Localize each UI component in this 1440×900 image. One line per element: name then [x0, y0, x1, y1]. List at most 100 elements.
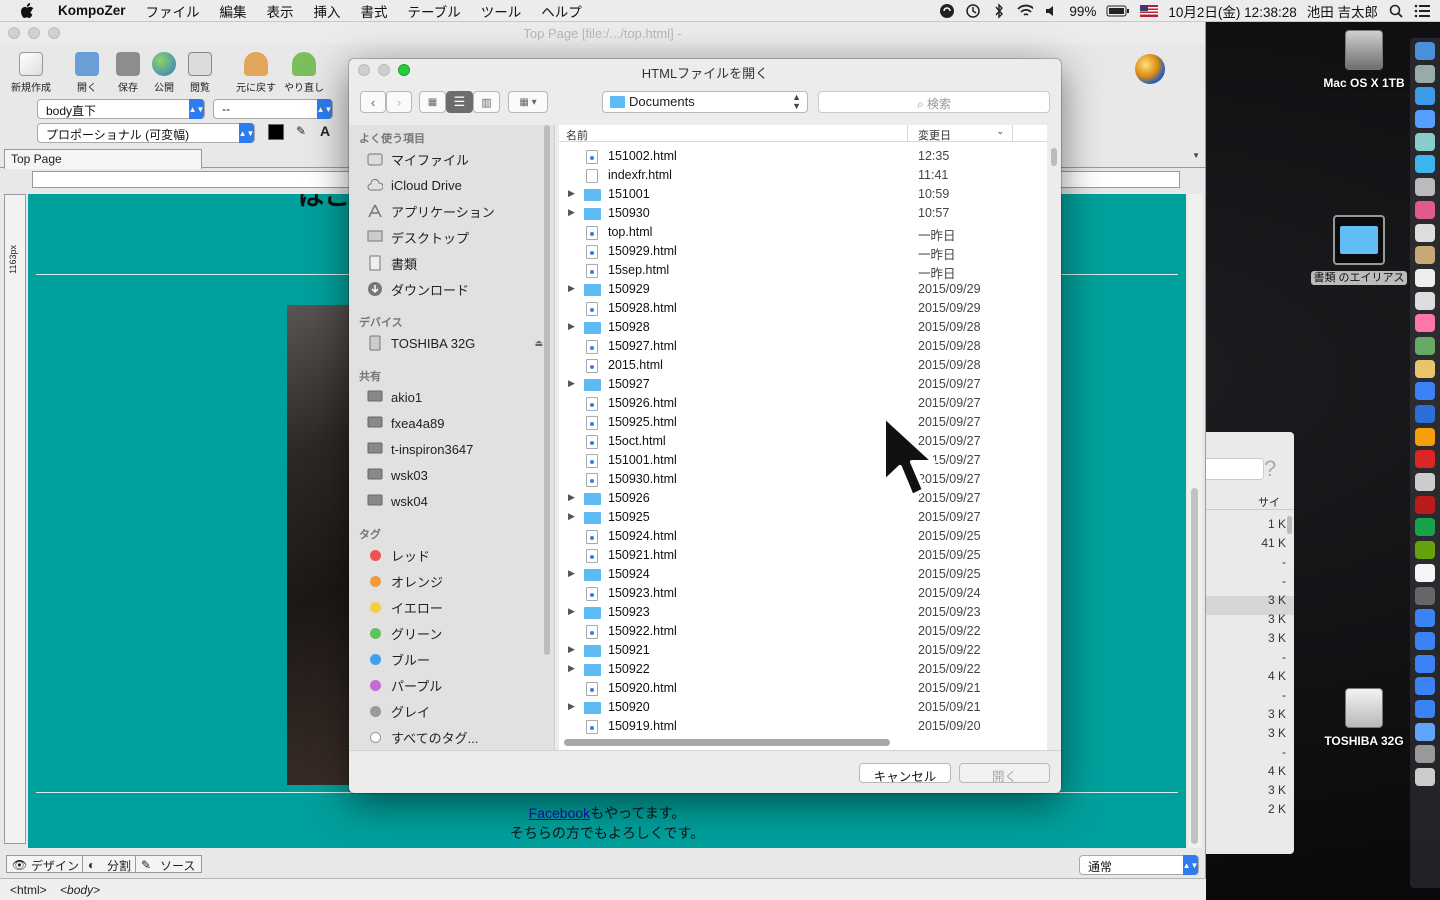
cancel-button[interactable]: キャンセル: [859, 763, 951, 784]
app-menu[interactable]: KompoZer: [48, 3, 136, 18]
sync-icon[interactable]: [939, 3, 955, 19]
disclosure-triangle-icon[interactable]: ▶: [568, 321, 575, 332]
desktop-disk-toshiba[interactable]: TOSHIBA 32G: [1309, 688, 1419, 748]
dock-app-icon[interactable]: [1415, 359, 1435, 378]
dock-app-icon[interactable]: [1415, 178, 1435, 197]
facebook-link[interactable]: Facebook: [529, 805, 590, 821]
menu-table[interactable]: テーブル: [398, 1, 471, 21]
sidebar-item-toshiba[interactable]: TOSHIBA 32G ⏏: [359, 332, 545, 354]
close-button[interactable]: [8, 27, 20, 39]
location-popup[interactable]: Documents ▲ ▼: [602, 91, 808, 113]
sidebar-tag-item[interactable]: すべてのタグ...: [359, 726, 545, 748]
disclosure-triangle-icon[interactable]: ▶: [568, 701, 575, 712]
column-name-header[interactable]: 名前: [566, 127, 588, 143]
disclosure-triangle-icon[interactable]: ▶: [568, 644, 575, 655]
open-button[interactable]: 開く: [62, 48, 112, 94]
file-row[interactable]: 151001.html 2015/09/27: [559, 451, 1047, 470]
dock-app-icon[interactable]: [1415, 200, 1435, 219]
file-row[interactable]: ▶ 150927 2015/09/27: [559, 375, 1047, 394]
list-view-button[interactable]: ☰: [446, 91, 473, 113]
file-row[interactable]: 150930.html 2015/09/27: [559, 470, 1047, 489]
file-list-horizontal-scroll-thumb[interactable]: [564, 739, 890, 746]
dock-app-icon[interactable]: [1415, 314, 1435, 333]
sidebar-item-documents[interactable]: 書類: [359, 252, 545, 274]
dock-app-icon[interactable]: [1415, 722, 1435, 741]
paragraph-format-select[interactable]: body直下 ▲▼: [37, 99, 205, 119]
dock-app-icon[interactable]: [1415, 336, 1435, 355]
user-name[interactable]: 池田 吉太郎: [1307, 1, 1378, 21]
sidebar-item-shared[interactable]: fxea4a89: [359, 412, 545, 434]
dock-app-icon[interactable]: [1415, 155, 1435, 174]
disclosure-triangle-icon[interactable]: ▶: [568, 511, 575, 522]
notification-center-icon[interactable]: [1414, 3, 1430, 19]
browse-button[interactable]: 閲覧: [180, 48, 220, 94]
file-row[interactable]: 150921.html 2015/09/25: [559, 546, 1047, 565]
disclosure-triangle-icon[interactable]: ▶: [568, 188, 575, 199]
sidebar-tag-item[interactable]: グレイ: [359, 700, 545, 722]
file-row[interactable]: ▶ 150923 2015/09/23: [559, 603, 1047, 622]
column-view-button[interactable]: ▥: [473, 91, 500, 113]
arrange-button[interactable]: ▦ ▾: [508, 91, 548, 113]
sidebar-tag-item[interactable]: イエロー: [359, 596, 545, 618]
text-color-swatch[interactable]: [268, 124, 284, 140]
dock-app-icon[interactable]: [1415, 586, 1435, 605]
redo-button[interactable]: やり直し: [278, 48, 330, 94]
font-select[interactable]: プロポーショナル (可変幅) ▲▼: [37, 123, 255, 143]
file-row[interactable]: 150922.html 2015/09/22: [559, 622, 1047, 641]
icon-view-button[interactable]: ▦: [419, 91, 446, 113]
tab-design-mode[interactable]: 👁 デザイン: [6, 855, 87, 873]
dock-app-icon[interactable]: [1415, 405, 1435, 423]
file-row[interactable]: ▶ 150925 2015/09/27: [559, 508, 1047, 527]
file-row[interactable]: 15sep.html 一昨日: [559, 261, 1047, 281]
dock-app-icon[interactable]: [1415, 654, 1435, 673]
style-select[interactable]: -- ▲▼: [213, 99, 333, 119]
tab-split-mode[interactable]: ◐ 分割: [82, 855, 139, 873]
save-button[interactable]: 保存: [108, 48, 148, 94]
input-source-flag-icon[interactable]: [1140, 3, 1159, 19]
file-row[interactable]: ▶ 150926 2015/09/27: [559, 489, 1047, 508]
dock-app-icon[interactable]: [1415, 42, 1435, 60]
file-row[interactable]: 2015.html 2015/09/28: [559, 356, 1047, 375]
tab-top-page[interactable]: Top Page: [4, 149, 202, 169]
font-size-icon[interactable]: A: [320, 123, 330, 139]
file-row[interactable]: 150923.html 2015/09/24: [559, 584, 1047, 603]
file-row[interactable]: indexfr.html 11:41: [559, 166, 1047, 185]
sidebar-item-all-files[interactable]: マイファイル: [359, 148, 545, 170]
zoom-button[interactable]: [48, 27, 60, 39]
dock-app-icon[interactable]: [1415, 518, 1435, 537]
tab-source-mode[interactable]: ✎ ソース: [135, 855, 203, 873]
file-row[interactable]: ▶ 151001 10:59: [559, 185, 1047, 204]
sidebar-item-applications[interactable]: アプリケーション: [359, 200, 545, 222]
tag-html[interactable]: <html>: [10, 883, 47, 897]
column-modified-header[interactable]: 変更日 ⌄: [907, 125, 1012, 142]
dock-app-icon[interactable]: [1415, 745, 1435, 764]
undo-button[interactable]: 元に戻す: [230, 48, 282, 94]
dock-app-icon[interactable]: [1415, 427, 1435, 446]
disclosure-triangle-icon[interactable]: ▶: [568, 207, 575, 218]
highlight-pen-icon[interactable]: ✎: [296, 124, 306, 138]
file-row[interactable]: 150925.html 2015/09/27: [559, 413, 1047, 432]
search-input[interactable]: ⌕ 検索: [818, 91, 1050, 113]
file-row[interactable]: ▶ 150928 2015/09/28: [559, 318, 1047, 337]
dock-app-icon[interactable]: [1415, 87, 1435, 106]
dock-app-icon[interactable]: [1415, 223, 1435, 242]
file-row[interactable]: ▶ 150921 2015/09/22: [559, 641, 1047, 660]
file-row[interactable]: 150928.html 2015/09/29: [559, 299, 1047, 318]
file-row[interactable]: 150926.html 2015/09/27: [559, 394, 1047, 413]
menu-format[interactable]: 書式: [351, 1, 398, 21]
forward-button[interactable]: ›: [386, 91, 412, 113]
sidebar-item-shared[interactable]: wsk04: [359, 490, 545, 512]
desktop-documents-alias[interactable]: 書類 のエイリアス: [1304, 215, 1414, 285]
dock-app-icon[interactable]: [1415, 246, 1435, 265]
sidebar-item-desktop[interactable]: デスクトップ: [359, 226, 545, 248]
bluetooth-icon[interactable]: [991, 3, 1007, 19]
eject-icon[interactable]: ⏏: [534, 338, 543, 349]
dock-app-icon[interactable]: [1415, 382, 1435, 401]
dock-app-icon[interactable]: [1415, 768, 1435, 786]
disclosure-triangle-icon[interactable]: ▶: [568, 663, 575, 674]
battery-icon[interactable]: [1106, 3, 1130, 19]
dialog-zoom-button[interactable]: [398, 64, 410, 76]
disclosure-triangle-icon[interactable]: ▶: [568, 492, 575, 503]
disclosure-triangle-icon[interactable]: ▶: [568, 283, 575, 294]
dock-app-icon[interactable]: [1415, 699, 1435, 718]
